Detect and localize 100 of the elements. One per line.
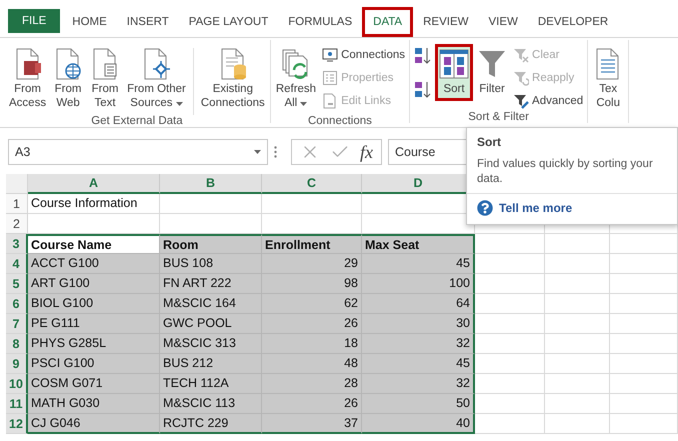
table-cell: TECH 112A (160, 374, 262, 394)
table-cell (610, 234, 678, 254)
table-cell: M&SCIC 164 (160, 294, 262, 314)
row-header[interactable]: 9 (6, 354, 28, 374)
table-cell (475, 354, 545, 374)
ribbon-small-button[interactable]: Advanced (511, 90, 586, 111)
ribbon-button[interactable]: From Access (6, 44, 50, 115)
row-header[interactable]: 11 (6, 394, 28, 414)
row-header[interactable]: 1 (6, 194, 28, 214)
row-header[interactable]: 4 (6, 254, 28, 274)
table-cell: Course Information (28, 194, 160, 214)
row-header[interactable]: 2 (6, 214, 28, 234)
dropdown-caret-icon (254, 150, 261, 154)
ribbon-button[interactable]: Sort (435, 44, 474, 101)
ribbon-button[interactable]: Tex Colu (590, 44, 626, 115)
name-box[interactable]: A3 (8, 139, 268, 165)
row-header[interactable]: 12 (6, 414, 28, 434)
table-cell (475, 374, 545, 394)
table-cell: 64 (362, 294, 475, 314)
ribbon-button[interactable]: From Other Sources (124, 44, 189, 115)
table-cell (475, 294, 545, 314)
table-cell (610, 374, 678, 394)
row-header[interactable]: 5 (6, 274, 28, 294)
select-all-corner[interactable] (6, 174, 28, 194)
row-header[interactable]: 6 (6, 294, 28, 314)
ribbon-small-button[interactable]: Connections (320, 44, 408, 65)
table-cell: ART G100 (28, 274, 160, 294)
table-cell (475, 394, 545, 414)
tooltip-title: Sort (476, 135, 502, 149)
table-cell: 37 (262, 414, 362, 434)
table-cell (545, 394, 610, 414)
table-cell (475, 274, 545, 294)
ribbon-button[interactable]: Existing Connections (198, 44, 268, 115)
table-cell: M&SCIC 313 (160, 334, 262, 354)
table-cell (475, 234, 545, 254)
table-cell (545, 234, 610, 254)
table-cell: CJ G046 (28, 414, 160, 434)
tooltip-text: Find values quickly by sorting your data. (476, 157, 654, 187)
link-document-icon (322, 92, 338, 108)
table-cell: 26 (262, 314, 362, 334)
column-header[interactable]: A (28, 174, 160, 194)
table-cell (475, 334, 545, 354)
file-menu-button[interactable]: FILE (8, 9, 60, 33)
table-cell: Max Seat (362, 234, 475, 254)
table-cell: 100 (362, 274, 475, 294)
clear-filter-icon (513, 46, 530, 62)
group-label: Connections (306, 115, 373, 127)
table-cell (545, 254, 610, 274)
row-header[interactable]: 8 (6, 334, 28, 354)
table-cell: PHYS G285L (28, 334, 160, 354)
ribbon-button[interactable]: Filter (474, 44, 510, 101)
sort-descending-icon (414, 80, 432, 100)
ribbon-button[interactable]: Refresh All (272, 44, 320, 115)
table-cell (610, 254, 678, 274)
table-cell: 48 (262, 354, 362, 374)
table-cell: Course Name (28, 234, 160, 254)
table-cell: COSM G071 (28, 374, 160, 394)
table-cell: 62 (262, 294, 362, 314)
tell-me-more-link[interactable]: Tell me more (467, 193, 677, 222)
table-cell: 29 (262, 254, 362, 274)
table-cell (610, 334, 678, 354)
monitor-icon (322, 46, 338, 62)
table-cell: 18 (262, 334, 362, 354)
ribbon-tab[interactable]: DATA (362, 7, 414, 37)
ribbon-button[interactable]: From Web (50, 44, 86, 115)
column-header[interactable]: C (262, 174, 362, 194)
table-cell (545, 414, 610, 434)
table-cell (610, 394, 678, 414)
table-cell (475, 414, 545, 434)
row-header[interactable]: 10 (6, 374, 28, 394)
table-cell: BUS 108 (160, 254, 262, 274)
table-cell: 98 (262, 274, 362, 294)
table-cell: ACCT G100 (28, 254, 160, 274)
table-cell: 50 (362, 394, 475, 414)
ribbon-button[interactable]: From Text (87, 44, 124, 115)
table-cell: BUS 212 (160, 354, 262, 374)
table-cell (545, 354, 610, 374)
sort-grid-icon (438, 48, 470, 80)
column-header[interactable]: B (160, 174, 262, 194)
table-cell (610, 354, 678, 374)
table-cell: 30 (362, 314, 475, 334)
filter-icon (477, 48, 508, 80)
table-cell: 32 (362, 374, 475, 394)
row-header[interactable]: 7 (6, 314, 28, 334)
table-cell (545, 314, 610, 334)
properties-icon (322, 70, 338, 86)
table-cell: 40 (362, 414, 475, 434)
insert-function-button[interactable]: fx (360, 142, 373, 162)
caret-icon (300, 102, 308, 106)
table-cell: 45 (362, 354, 475, 374)
table-cell (545, 334, 610, 354)
table-cell: FN ART 222 (160, 274, 262, 294)
table-cell (610, 294, 678, 314)
table-cell (475, 254, 545, 274)
row-header[interactable]: 3 (6, 234, 28, 254)
table-cell: 45 (362, 254, 475, 274)
grip-dots-icon (274, 146, 277, 158)
table-cell (545, 374, 610, 394)
group-label: Get External Data (90, 115, 184, 127)
table-cell: GWC POOL (160, 314, 262, 334)
